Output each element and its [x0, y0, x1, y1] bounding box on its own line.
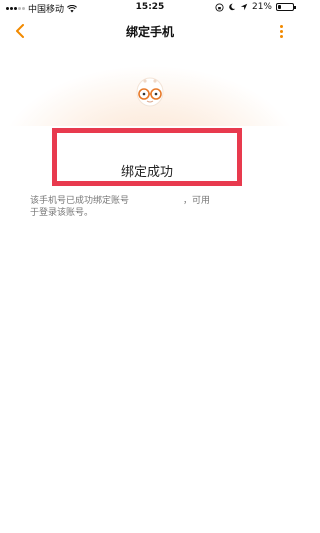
battery-percent: 21% [251, 2, 272, 12]
page: 中国移动 15:25 21% 绑定手机 绑定成功 该手机号已成功绑定账号 ，可用… [0, 0, 300, 533]
success-description: 该手机号已成功绑定账号 ，可用 于登录该账号。 [30, 195, 270, 219]
more-button[interactable] [276, 22, 286, 40]
nav-bar: 绑定手机 [0, 16, 300, 46]
description-line-1-start: 该手机号已成功绑定账号 [30, 196, 130, 206]
location-icon [240, 3, 248, 11]
description-line-2: 于登录该账号。 [30, 208, 94, 218]
description-line-1-end: ，可用 [183, 196, 211, 206]
more-vertical-icon [279, 24, 283, 28]
page-title: 绑定手机 [125, 25, 174, 39]
lock-rotation-icon [215, 2, 224, 12]
success-title: 绑定成功 [120, 165, 173, 180]
hero-background [0, 46, 300, 126]
status-bar: 中国移动 15:25 21% [0, 0, 300, 16]
success-highlight-box: 绑定成功 [52, 128, 242, 186]
battery-icon [276, 3, 296, 11]
description-line-1: 该手机号已成功绑定账号 ，可用 [30, 195, 270, 207]
battery-fill [278, 5, 281, 9]
mascot-illustration [136, 77, 164, 107]
moon-icon [229, 3, 236, 11]
status-right: 21% [215, 2, 296, 12]
